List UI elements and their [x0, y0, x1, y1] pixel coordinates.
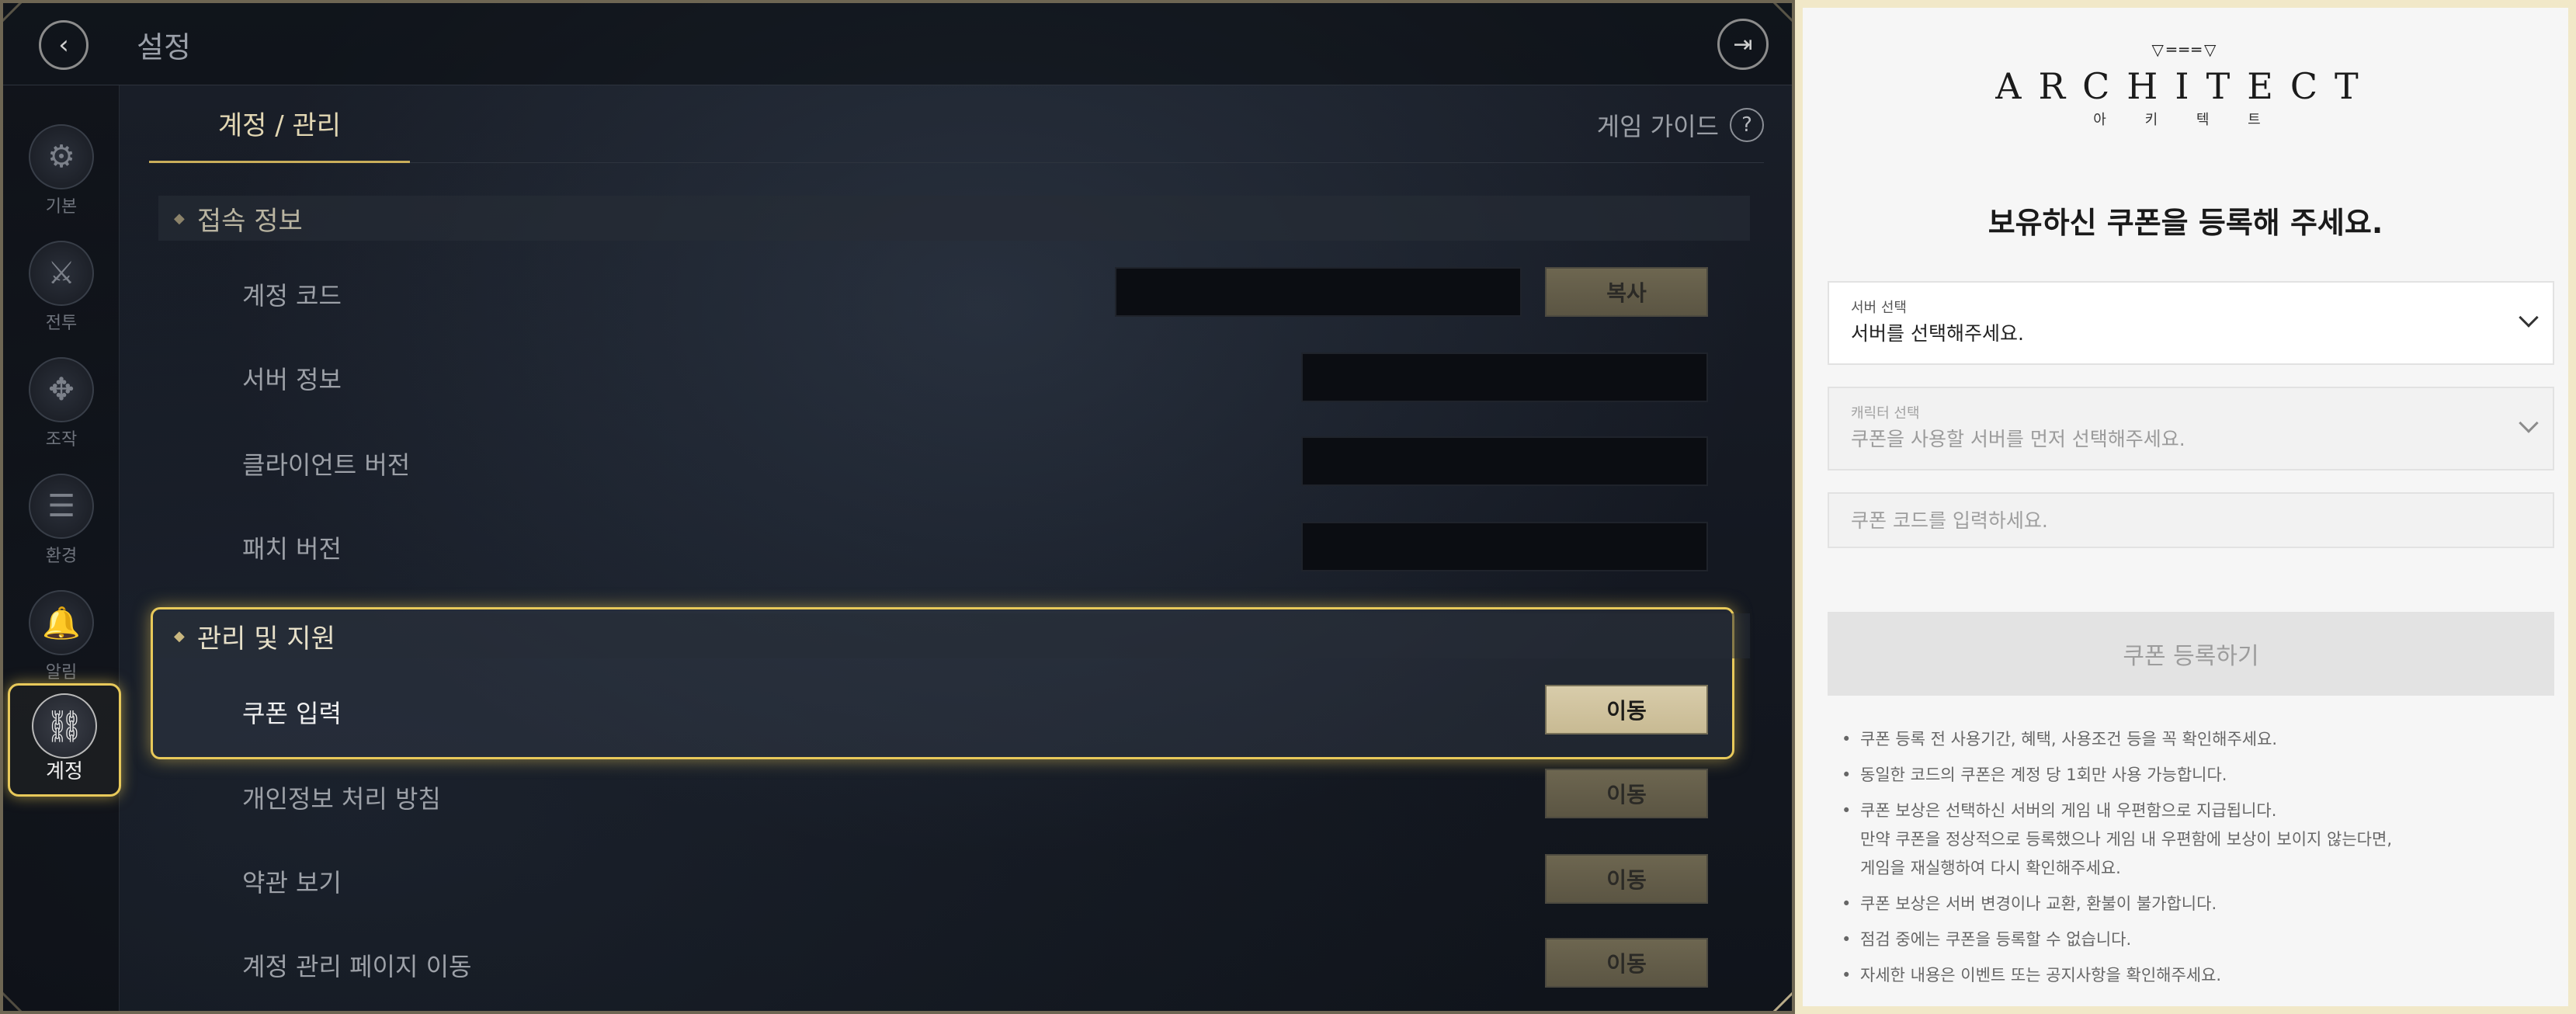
- section-title: 접속 정보: [196, 205, 303, 237]
- gamepad-icon: ✥: [29, 357, 94, 422]
- row-label-terms: 약관 보기: [242, 868, 342, 898]
- row-label-privacy-policy: 개인정보 처리 방침: [242, 784, 441, 814]
- sidebar-item-account[interactable]: ⛓ 계정: [8, 683, 121, 797]
- exit-icon: ⇥: [1733, 30, 1753, 58]
- sidebar-item-label: 계정: [46, 760, 83, 783]
- coupon-notes-list: 쿠폰 등록 전 사용기간, 혜택, 사용조건 등을 꼭 확인해주세요. 동일한 …: [1840, 725, 2554, 997]
- back-arrow-icon: ‹: [58, 30, 69, 61]
- character-select-dropdown[interactable]: 캐릭터 선택 쿠폰을 사용할 서버를 먼저 선택해주세요.: [1828, 387, 2554, 471]
- crossed-swords-icon: ⚔: [29, 241, 94, 306]
- sidebar-item-label: 알림: [45, 663, 78, 682]
- game-settings-pane: ‹ 설정 ⇥ ⚙ 기본 ⚔ 전투 ✥ 조작 ☰ 환경 🔔 알림 ⛓ 계정 계정 …: [0, 0, 1795, 1014]
- account-code-field: [1115, 267, 1522, 317]
- note-line: 쿠폰 보상은 선택하신 서버의 게임 내 우편함으로 지급됩니다.: [1860, 801, 2277, 820]
- sidebar-item-label: 환경: [45, 547, 78, 566]
- note-item: 쿠폰 등록 전 사용기간, 혜택, 사용조건 등을 꼭 확인해주세요.: [1840, 725, 2554, 754]
- logo-subtitle: 아 키 텍 트: [2093, 112, 2278, 128]
- coupon-move-button[interactable]: 이동: [1545, 685, 1708, 734]
- note-item: 쿠폰 보상은 서버 변경이나 교환, 환불이 불가합니다.: [1840, 890, 2554, 919]
- gear-icon: ⚙: [29, 124, 94, 189]
- note-line: 만약 쿠폰을 정상적으로 등록했으나 게임 내 우편함에 보상이 보이지 않는다…: [1860, 830, 2392, 849]
- row-label-server-info: 서버 정보: [242, 365, 342, 394]
- sidebar-item-notifications[interactable]: 🔔 알림: [3, 582, 120, 691]
- tab-bar: 계정 / 관리 게임 가이드 ?: [149, 85, 1764, 163]
- section-header-connection-info: ◆ 접속 정보: [158, 196, 1750, 241]
- copy-button[interactable]: 복사: [1545, 267, 1708, 317]
- frame-corner-ornament: [1771, 990, 1792, 1011]
- row-label-patch-version: 패치 버전: [242, 534, 342, 564]
- note-item: 쿠폰 보상은 선택하신 서버의 게임 내 우편함으로 지급됩니다. 만약 쿠폰을…: [1840, 797, 2554, 883]
- register-coupon-button[interactable]: 쿠폰 등록하기: [1828, 612, 2554, 696]
- note-item: 점검 중에는 쿠폰을 등록할 수 없습니다.: [1840, 925, 2554, 954]
- patch-version-field: [1301, 522, 1708, 571]
- sidebar-item-combat[interactable]: ⚔ 전투: [3, 233, 120, 342]
- top-bar: ‹ 설정 ⇥: [3, 3, 1792, 85]
- back-button[interactable]: ‹: [39, 20, 89, 70]
- row-label-account-management: 계정 관리 페이지 이동: [242, 952, 472, 981]
- row-label-coupon-input: 쿠폰 입력: [242, 699, 342, 728]
- settings-sidebar: ⚙ 기본 ⚔ 전투 ✥ 조작 ☰ 환경 🔔 알림 ⛓ 계정: [3, 85, 121, 1011]
- page-title: 설정: [137, 30, 191, 64]
- coupon-code-input[interactable]: [1828, 492, 2554, 548]
- chevron-down-icon: [2519, 413, 2539, 433]
- sidebar-item-environment[interactable]: ☰ 환경: [3, 466, 120, 575]
- sidebar-item-label: 기본: [45, 197, 78, 217]
- server-select-value: 서버를 선택해주세요.: [1851, 322, 2024, 345]
- sidebar-item-controls[interactable]: ✥ 조작: [3, 349, 120, 458]
- note-line: 게임을 재실행하여 다시 확인해주세요.: [1860, 859, 2121, 877]
- server-info-field: [1301, 352, 1708, 402]
- note-item: 동일한 코드의 쿠폰은 계정 당 1회만 사용 가능합니다.: [1840, 761, 2554, 790]
- client-version-field: [1301, 436, 1708, 486]
- logo-wordmark: ARCHITECT: [1995, 65, 2376, 107]
- section-header-management-support: ◆ 관리 및 지원: [158, 613, 1750, 658]
- section-title: 관리 및 지원: [196, 623, 335, 655]
- sidebar-item-basic[interactable]: ⚙ 기본: [3, 116, 120, 225]
- server-select-label: 서버 선택: [1851, 300, 1907, 316]
- help-icon: ?: [1730, 108, 1764, 142]
- row-label-account-code: 계정 코드: [242, 281, 342, 311]
- sliders-icon: ☰: [29, 474, 94, 539]
- account-management-move-button[interactable]: 이동: [1545, 938, 1708, 988]
- sidebar-item-label: 조작: [45, 430, 78, 450]
- server-select-dropdown[interactable]: 서버 선택 서버를 선택해주세요.: [1828, 281, 2554, 365]
- diamond-bullet-icon: ◆: [174, 627, 185, 644]
- row-label-client-version: 클라이언트 버전: [242, 450, 411, 480]
- link-icon: ⛓: [32, 693, 97, 759]
- architect-logo: ▽═══▽ ARCHITECT 아 키 텍 트: [1803, 40, 2568, 129]
- coupon-page-title: 보유하신 쿠폰을 등록해 주세요.: [1988, 206, 2383, 240]
- coupon-registration-pane: ▽═══▽ ARCHITECT 아 키 텍 트 보유하신 쿠폰을 등록해 주세요…: [1795, 0, 2576, 1014]
- diamond-bullet-icon: ◆: [174, 210, 185, 227]
- character-select-value: 쿠폰을 사용할 서버를 먼저 선택해주세요.: [1851, 428, 2185, 450]
- tab-account-management[interactable]: 계정 / 관리: [149, 85, 410, 163]
- chevron-down-icon: [2519, 307, 2539, 328]
- exit-button[interactable]: ⇥: [1717, 19, 1769, 70]
- logo-crown-ornament: ▽═══▽: [2151, 40, 2220, 59]
- note-item: 자세한 내용은 이벤트 또는 공지사항을 확인해주세요.: [1840, 961, 2554, 990]
- sidebar-item-label: 전투: [45, 314, 78, 333]
- privacy-policy-move-button[interactable]: 이동: [1545, 769, 1708, 818]
- terms-move-button[interactable]: 이동: [1545, 854, 1708, 904]
- game-guide-label: 게임 가이드: [1596, 112, 1719, 141]
- character-select-label: 캐릭터 선택: [1851, 405, 1920, 422]
- bell-icon: 🔔: [29, 590, 94, 655]
- game-guide-button[interactable]: 게임 가이드 ?: [1597, 107, 1764, 143]
